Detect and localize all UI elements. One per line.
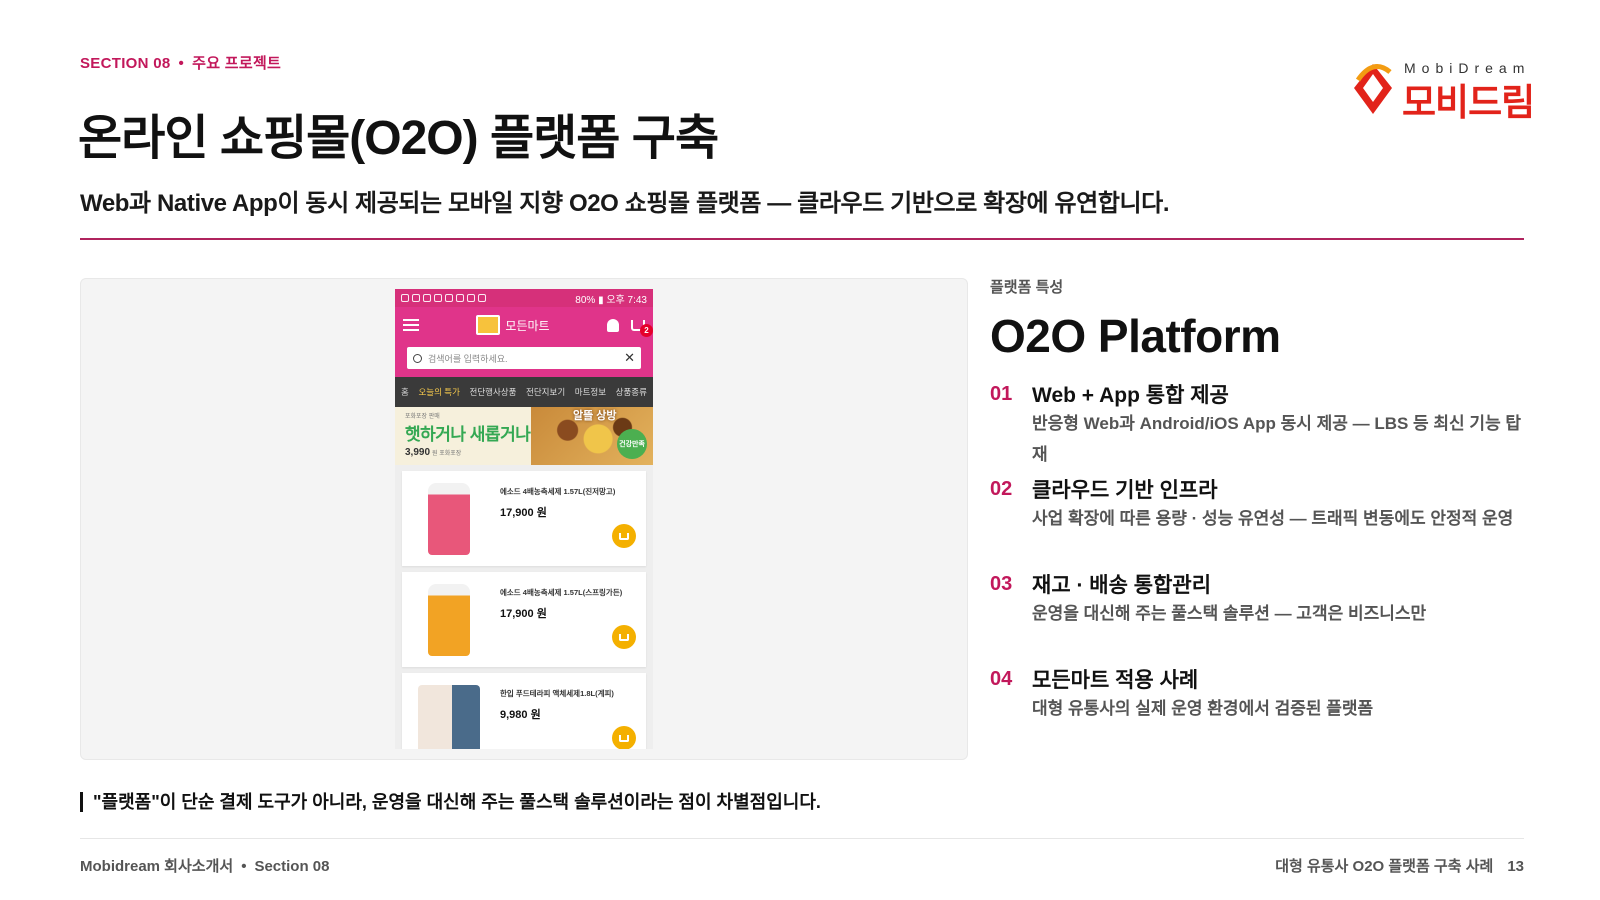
banner-headline: 햇하거나 새롭거나 bbox=[405, 425, 531, 444]
banner-tag: 알뜰 상방 bbox=[573, 410, 617, 422]
feature-description: 반응형 Web과 Android/iOS App 동시 제공 — LBS 등 최… bbox=[1032, 414, 1522, 464]
nav-tab: 전단행사상품 bbox=[469, 387, 517, 397]
product-price: 17,900 원 bbox=[500, 507, 547, 519]
brand-name: 모든마트 bbox=[505, 318, 550, 333]
cart-button: 2 bbox=[630, 319, 653, 337]
status-bar: 80% ▮ 오후 7:43 bbox=[395, 289, 653, 307]
product-card: 한입 푸드테라피 액체세제1.8L(계피) 9,980 원 bbox=[402, 673, 646, 749]
add-to-cart-icon bbox=[612, 625, 636, 649]
cart-count-badge: 2 bbox=[639, 323, 653, 337]
banner-price: 3,990 원 포화포장 bbox=[405, 447, 461, 458]
search-icon bbox=[413, 353, 422, 363]
logo-korean: 모비드림 bbox=[1402, 82, 1535, 123]
banner-price-note: 원 포화포장 bbox=[432, 451, 462, 457]
feature-item: 04 모든마트 적용 사례 대형 유통사의 실제 운영 환경에서 검증된 플랫폼 bbox=[990, 668, 1530, 763]
bell-icon bbox=[606, 318, 619, 332]
separator-dot: • bbox=[241, 858, 247, 875]
feature-title: 모든마트 적용 사례 bbox=[1032, 669, 1199, 692]
product-price: 9,980 원 bbox=[500, 709, 541, 721]
separator-dot: • bbox=[178, 55, 185, 72]
mobidream-logo: MobiDream 모비드림 bbox=[1348, 58, 1564, 123]
hamburger-menu-icon bbox=[403, 319, 419, 331]
page-subtitle: Web과 Native App이 동시 제공되는 모바일 지향 O2O 쇼핑몰 … bbox=[80, 190, 1170, 217]
banner-badge: 건강만족 bbox=[617, 429, 647, 459]
platform-title: O2O Platform bbox=[990, 310, 1281, 362]
footer-case-title: 대형 유통사 O2O 플랫폼 구축 사례 bbox=[1275, 858, 1494, 875]
banner-price-value: 3,990 bbox=[405, 447, 431, 458]
section-label: SECTION 08 bbox=[80, 55, 171, 72]
status-icons bbox=[401, 294, 486, 302]
add-to-cart-icon bbox=[612, 524, 636, 548]
feature-description: 대형 유통사의 실제 운영 환경에서 검증된 플랫폼 bbox=[1032, 699, 1374, 718]
product-name: 에소드 4배농축세제 1.57L(스프링가든) bbox=[500, 588, 623, 597]
feature-number: 04 bbox=[990, 668, 1013, 690]
banner-small-text: 포화포장 판매 bbox=[405, 414, 440, 420]
feature-title: Web + App 통합 제공 bbox=[1032, 384, 1229, 407]
app-screenshot-panel: 80% ▮ 오후 7:43 모든마트 2 검색어를 입력하세요. ✕ 홈 오늘의… bbox=[80, 278, 968, 760]
feature-item: 01 Web + App 통합 제공 반응형 Web과 Android/iOS … bbox=[990, 383, 1530, 478]
title-divider bbox=[80, 238, 1524, 240]
feature-description: 운영을 대신해 주는 풀스택 솔루션 — 고객은 비즈니스만 bbox=[1032, 604, 1427, 623]
page-number: 13 bbox=[1507, 858, 1524, 875]
feature-number: 01 bbox=[990, 383, 1013, 405]
product-name: 한입 푸드테라피 액체세제1.8L(계피) bbox=[500, 689, 614, 698]
header-actions: 2 bbox=[606, 318, 653, 337]
product-model-image bbox=[418, 685, 480, 749]
nav-tab: 홈 bbox=[401, 387, 409, 397]
detergent-bottle-image bbox=[428, 483, 470, 555]
search-placeholder: 검색어를 입력하세요. bbox=[428, 353, 508, 364]
feature-number: 02 bbox=[990, 478, 1013, 500]
section-tag: SECTION 08 • 주요 프로젝트 bbox=[80, 52, 281, 73]
promo-banner: 포화포장 판매 햇하거나 새롭거나 3,990 원 포화포장 알뜰 상방 건강만족 bbox=[395, 407, 653, 465]
nav-tab: 마트정보 bbox=[574, 387, 607, 397]
product-card: 에소드 4배농축세제 1.57L(스프링가든) 17,900 원 bbox=[402, 572, 646, 667]
feature-description: 사업 확장에 따른 용량 · 성능 유연성 — 트래픽 변동에도 안정적 운영 bbox=[1032, 509, 1514, 528]
feature-list: 01 Web + App 통합 제공 반응형 Web과 Android/iOS … bbox=[990, 383, 1530, 763]
footer-doc-name: Mobidream 회사소개서 bbox=[80, 858, 234, 875]
store-icon bbox=[476, 315, 501, 335]
app-nav-tabs: 홈 오늘의 특가 전단행사상품 전단지보기 마트정보 상품종류 bbox=[395, 377, 653, 407]
section-topic: 주요 프로젝트 bbox=[192, 55, 282, 72]
nav-tab: 전단지보기 bbox=[526, 387, 566, 397]
nav-tab-active: 오늘의 특가 bbox=[418, 387, 460, 397]
key-message-quote: "플랫폼"이 단순 결제 도구가 아니라, 운영을 대신해 주는 풀스택 솔루션… bbox=[80, 792, 821, 812]
platform-features-column: 플랫폼 특성 O2O Platform 01 Web + App 통합 제공 반… bbox=[990, 276, 1530, 763]
app-header: 모든마트 2 bbox=[395, 307, 653, 343]
product-price: 17,900 원 bbox=[500, 608, 547, 620]
add-to-cart-icon bbox=[612, 726, 636, 749]
footer-right: 대형 유통사 O2O 플랫폼 구축 사례 13 bbox=[1275, 855, 1524, 876]
phone-screenshot: 80% ▮ 오후 7:43 모든마트 2 검색어를 입력하세요. ✕ 홈 오늘의… bbox=[395, 289, 653, 749]
feature-title: 클라우드 기반 인프라 bbox=[1032, 479, 1218, 502]
feature-item: 03 재고 · 배송 통합관리 운영을 대신해 주는 풀스택 솔루션 — 고객은… bbox=[990, 573, 1530, 668]
feature-number: 03 bbox=[990, 573, 1013, 595]
detergent-bottle-image bbox=[428, 584, 470, 656]
product-list: 에소드 4배농축세제 1.57L(진저망고) 17,900 원 에소드 4배농축… bbox=[395, 465, 653, 749]
footer-section: Section 08 bbox=[254, 858, 330, 875]
product-card: 에소드 4배농축세제 1.57L(진저망고) 17,900 원 bbox=[402, 471, 646, 566]
search-row: 검색어를 입력하세요. ✕ bbox=[395, 343, 653, 377]
close-icon: ✕ bbox=[624, 350, 635, 365]
banner-product-photo: 알뜰 상방 건강만족 bbox=[531, 407, 653, 465]
footer-left: Mobidream 회사소개서 • Section 08 bbox=[80, 855, 329, 876]
app-brand: 모든마트 bbox=[476, 315, 550, 335]
status-time: 80% ▮ 오후 7:43 bbox=[575, 294, 647, 306]
feature-title: 재고 · 배송 통합관리 bbox=[1032, 574, 1212, 597]
feature-item: 02 클라우드 기반 인프라 사업 확장에 따른 용량 · 성능 유연성 — 트… bbox=[990, 478, 1530, 573]
nav-tab: 상품종류 bbox=[615, 387, 647, 397]
footer-divider bbox=[80, 838, 1524, 839]
platform-kicker: 플랫폼 특성 bbox=[990, 279, 1064, 296]
logo-mark-icon bbox=[1354, 64, 1392, 114]
page-title: 온라인 쇼핑몰(O2O) 플랫폼 구축 bbox=[78, 112, 719, 165]
search-input: 검색어를 입력하세요. ✕ bbox=[407, 347, 641, 369]
product-name: 에소드 4배농축세제 1.57L(진저망고) bbox=[500, 487, 616, 496]
